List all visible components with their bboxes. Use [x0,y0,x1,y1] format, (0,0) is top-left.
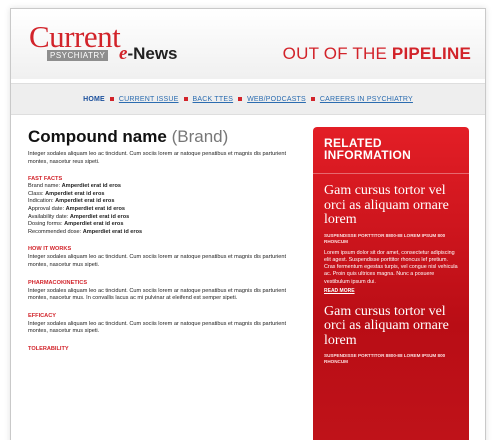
brand-name: (Brand) [171,127,229,146]
nav-current-issue[interactable]: CURRENT ISSUE [119,96,179,103]
sidebar-title: RELATED INFORMATION [324,137,458,161]
nav-separator [238,97,243,101]
related-info-sidebar: RELATED INFORMATION Gam cursus tortor ve… [313,127,469,440]
newsletter-frame: Current PSYCHIATRY e-News OUT OF THE PIP… [10,8,486,440]
pharmacokinetics-text: Integer sodales aliquam leo ac tincidunt… [28,287,287,302]
logo-enews: e-News [119,44,178,63]
pharmacokinetics-heading: PHARMACOKINETICS [28,279,88,286]
page-title: Compound name (Brand) [28,127,296,147]
fact-label: Brand name: [28,183,62,190]
nav-web-podcasts[interactable]: WEB/PODCASTS [247,96,306,103]
fact-label: Availability date: [28,213,70,220]
fact-indication: Indication: Amperdiet erat id eros [28,198,296,206]
fact-value: Amperdiet erat id eros [82,228,143,235]
sidebar-title-line2: INFORMATION [324,148,412,162]
fact-value: Amperdiet erat id eros [45,190,105,197]
how-it-works-heading: HOW IT WORKS [28,246,72,253]
main-nav: HOME CURRENT ISSUE BACK TTES WEB/PODCAST… [11,83,485,115]
related-subhead-1: SUSPENDISSE PORTTITOR 8800-88 LOREM IPSU… [324,232,446,244]
fact-label: Recommended dose: [28,228,83,235]
nav-separator [109,97,114,101]
fact-label: Approval date: [28,205,66,212]
fact-value: Amperdiet erat id eros [55,198,115,205]
related-body-1: Lorem ipsum dolor sit dor amet, consecte… [324,249,458,285]
nav-back-issues[interactable]: BACK TTES [193,96,234,103]
fact-brand-name: Brand name: Amperdiet erat id eros [28,183,296,191]
nav-separator [183,97,188,101]
compound-name: Compound name [28,127,167,146]
fact-label: Class: [28,190,46,197]
related-headline-2[interactable]: Gam cursus tortor vel orci as aliquam or… [324,304,458,349]
fact-class: Class: Amperdiet erat id eros [28,191,296,199]
fact-value: Amperdiet erat id eros [65,205,126,212]
nav-separator [310,97,315,101]
tagline: OUT OF THE PIPELINE [283,45,471,62]
logo-news: -News [127,44,178,63]
tolerability-heading: TOLERABILITY [28,345,69,352]
fact-value: Amperdiet erat id eros [61,183,121,190]
efficacy-heading: EFFICACY [28,312,56,319]
efficacy-text: Integer sodales aliquam leo ac tincidunt… [28,320,287,335]
intro-text: Integer sodales aliquam leo ac tincidunt… [28,151,287,165]
fact-label: Indication: [28,198,56,205]
fact-value: Amperdiet erat id eros [64,221,124,228]
fact-availability-date: Availability date: Amperdiet erat id ero… [28,214,296,222]
how-it-works-text: Integer sodales aliquam leo ac tincidunt… [28,254,287,268]
related-subhead-2: SUSPENDISSE PORTTITOR 8800-88 LOREM IPSU… [324,353,446,365]
fast-facts-heading: FAST FACTS [28,176,63,183]
nav-careers[interactable]: CAREERS IN PSYCHIATRY [320,96,413,103]
fact-value: Amperdiet erat id eros [69,213,130,220]
related-headline-1[interactable]: Gam cursus tortor vel orci as aliquam or… [324,183,458,228]
nav-home[interactable]: HOME [83,96,105,103]
logo-psychiatry-tag: PSYCHIATRY [47,50,109,61]
logo-current[interactable]: Current [29,21,121,52]
tagline-prefix: OUT OF THE [282,44,392,63]
header: Current PSYCHIATRY e-News OUT OF THE PIP… [11,9,485,79]
sidebar-divider [313,173,469,174]
fact-label: Dosing forms: [28,221,65,228]
tagline-bold: PIPELINE [391,44,471,63]
fact-dosing-forms: Dosing forms: Amperdiet erat id eros [28,221,296,229]
fact-recommended-dose: Recommended dose: Amperdiet erat id eros [28,229,296,237]
fast-facts-list: Brand name: Amperdiet erat id eros Class… [28,183,296,236]
fact-approval-date: Approval date: Amperdiet erat id eros [28,206,296,214]
main-content: Compound name (Brand) Integer sodales al… [28,127,296,353]
